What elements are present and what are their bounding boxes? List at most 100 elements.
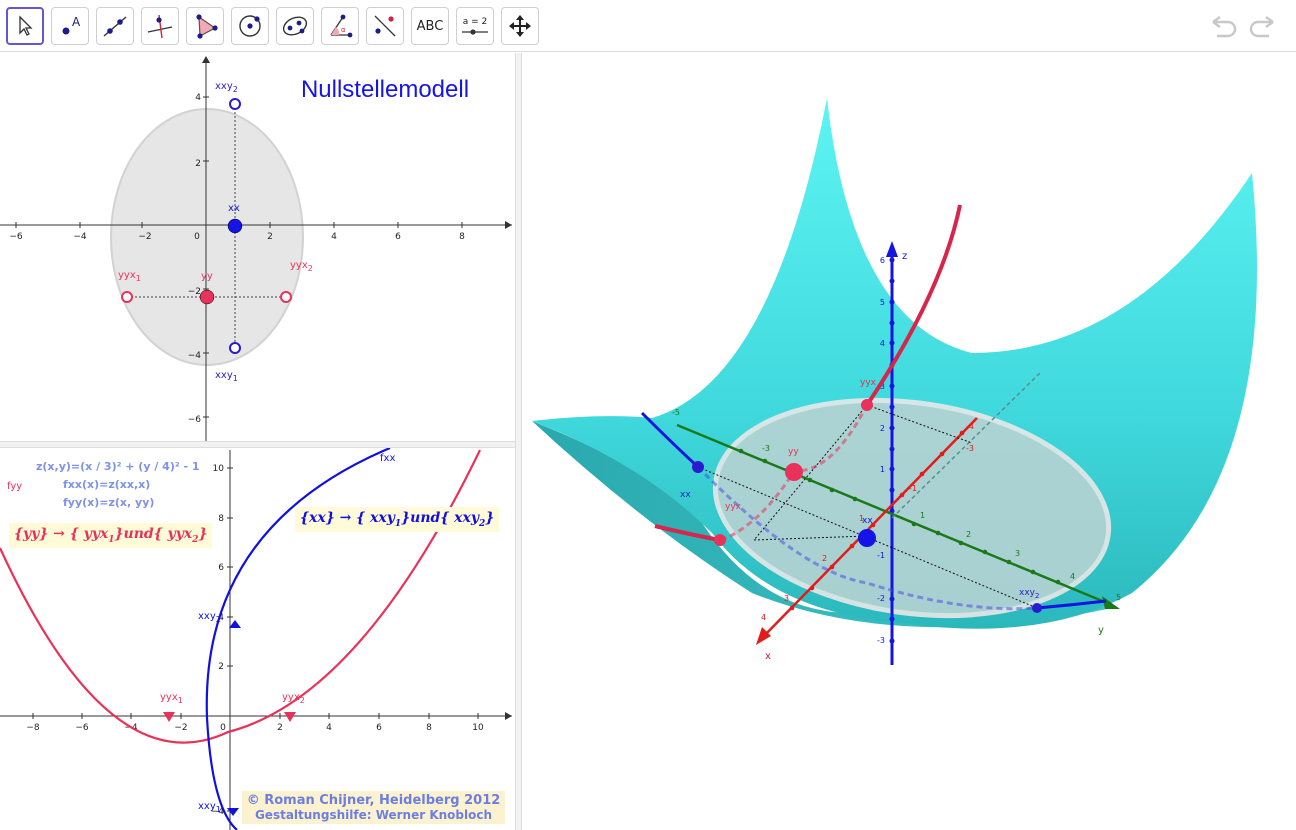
- graphics-3d-canvas: z 6 5 4 3 2 1 -1 -2 -3 y 1 2 3 4 5 -3 -5…: [532, 98, 1257, 665]
- slider-tool-button[interactable]: a = 2: [456, 7, 494, 45]
- x-tick-label: 6: [376, 723, 382, 733]
- point-xxy1[interactable]: [227, 808, 239, 816]
- point-yyx2[interactable]: [280, 291, 292, 303]
- x-tick-label: 10: [472, 723, 484, 733]
- y-tick-label: 2: [218, 662, 224, 672]
- label-xxy1-sub: 1: [233, 374, 238, 383]
- label-yyx1-main: yyx: [160, 692, 178, 703]
- x-tick-label: 2: [277, 723, 283, 733]
- y-tick-label: 6: [218, 563, 224, 573]
- polygon-tool-button[interactable]: [186, 7, 224, 45]
- undo-icon: [1212, 16, 1237, 38]
- reflect-tool-button[interactable]: [366, 7, 404, 45]
- x-axis-label: x: [765, 651, 771, 662]
- curve-fyy[interactable]: [0, 449, 481, 744]
- x-tick-label: -1: [909, 484, 917, 493]
- label-yyx1-sub: 1: [178, 696, 183, 705]
- z-axis-label: z: [902, 251, 907, 262]
- point-xx[interactable]: [227, 218, 243, 234]
- label-yyx2-sub: 2: [300, 696, 305, 705]
- perpendicular-line-icon: [147, 14, 173, 39]
- credit-author: © Roman Chijner, Heidelberg 2012: [246, 793, 501, 808]
- point-yyx2[interactable]: [284, 712, 296, 722]
- x-tick-label: 0: [220, 723, 226, 733]
- graphics-title: Nullstellemodell: [301, 76, 469, 103]
- z-tick-label: 4: [880, 339, 885, 348]
- x-tick-label: 8: [426, 723, 432, 733]
- point-xxy2[interactable]: [1032, 603, 1042, 613]
- vertical-splitter[interactable]: [515, 53, 522, 830]
- y-tick-label: −2: [188, 287, 201, 297]
- label-xxy1-main: xxy: [198, 801, 216, 812]
- label-xx: xx: [228, 203, 240, 214]
- x-tick-label: −2: [138, 232, 151, 242]
- x-tick-label: −6: [9, 232, 23, 242]
- label-xxy2-main: xxy: [1019, 588, 1036, 598]
- text-yy-part3: }: [198, 526, 208, 542]
- y-tick-label: 2: [195, 159, 201, 169]
- point-xx-left[interactable]: [692, 461, 704, 473]
- graphics-view-2[interactable]: −8 −6 −4 −2 0 2 4 6 8 10 10 8 6 4 2 −4 f…: [0, 448, 515, 830]
- point-xx[interactable]: [858, 529, 876, 547]
- undo-button[interactable]: [1209, 12, 1239, 40]
- text-xx-zeros[interactable]: {xx} → { xxy1}und{ xxy2}: [295, 507, 500, 532]
- point-yy[interactable]: [199, 289, 215, 305]
- label-xx-left: xx: [680, 490, 691, 500]
- z-tick-label: -2: [877, 594, 885, 603]
- label-xxy1-sub: 1: [216, 805, 221, 814]
- angle-tool-button[interactable]: α: [321, 7, 359, 45]
- y-tick-label: -3: [762, 444, 770, 453]
- z-tick-label: 2: [880, 424, 885, 433]
- x-tick-label: −8: [26, 723, 40, 733]
- graphics-3d-view[interactable]: z 6 5 4 3 2 1 -1 -2 -3 y 1 2 3 4 5 -3 -5…: [522, 53, 1296, 830]
- move-tool-button[interactable]: [6, 7, 44, 45]
- ellipse-icon: [282, 16, 308, 36]
- circle-tool-button[interactable]: [231, 7, 269, 45]
- x-tick-label: -3: [966, 444, 974, 453]
- credit-helper: Gestaltungshilfe: Werner Knobloch: [254, 808, 493, 822]
- svg-text:A: A: [72, 15, 81, 29]
- label-yyx2-main: yyx: [290, 260, 308, 271]
- x-tick-label: 4: [326, 723, 332, 733]
- perpendicular-line-tool-button[interactable]: [141, 7, 179, 45]
- text-yy-zeros[interactable]: {yy} → { yyx1}und{ yyx2}: [9, 523, 213, 548]
- redo-button[interactable]: [1247, 12, 1277, 40]
- text-tool-button[interactable]: ABC: [411, 7, 449, 45]
- ellipse-tool-button[interactable]: [276, 7, 314, 45]
- point-yyx-left[interactable]: [714, 534, 726, 546]
- cursor-icon: [19, 15, 33, 36]
- toolbar: A α ABC a = 2: [0, 0, 1296, 52]
- label-xxy2: xxy2: [215, 81, 238, 94]
- point-yyx1[interactable]: [121, 291, 133, 303]
- z-tick-label: -1: [877, 551, 885, 560]
- y-tick-label: −6: [188, 415, 202, 425]
- graphics-view-1[interactable]: −6 −4 −2 0 2 4 6 8 4 2 −2 −4 −6 Nullstel…: [0, 53, 515, 441]
- move-view-tool-button[interactable]: [501, 7, 539, 45]
- point-xxy1[interactable]: [229, 342, 241, 354]
- label-yyx1: yyx1: [160, 692, 183, 705]
- circle-icon: [239, 15, 261, 37]
- label-yyx2: yyx2: [282, 692, 305, 705]
- point-yyx1[interactable]: [163, 712, 175, 722]
- angle-icon: α: [330, 14, 353, 38]
- line-tool-button[interactable]: [96, 7, 134, 45]
- point-yy[interactable]: [785, 463, 803, 481]
- horizontal-splitter[interactable]: [0, 441, 515, 448]
- function-z-definition: z(x,y)=(x / 3)² + (y / 4)² - 1: [36, 460, 200, 473]
- point-tool-button[interactable]: A: [51, 7, 89, 45]
- point-xxy2[interactable]: [229, 98, 241, 110]
- x-tick-label: 3: [784, 594, 789, 603]
- point-yyx[interactable]: [861, 399, 873, 411]
- line-icon: [103, 16, 127, 37]
- label-yyx2-main: yyx: [282, 692, 300, 703]
- x-tick-label: 4: [331, 232, 337, 242]
- redo-icon: [1249, 16, 1274, 38]
- x-tick-label: −6: [75, 723, 89, 733]
- text-tool-label: ABC: [416, 18, 444, 34]
- x-tick-label: 2: [822, 554, 827, 563]
- move-arrows-icon: [509, 15, 531, 37]
- y-tick-label: 10: [213, 464, 225, 474]
- point-xxy2[interactable]: [229, 620, 241, 628]
- label-xxy1: xxy1: [215, 370, 238, 383]
- label-xxy2-main: xxy: [198, 611, 216, 622]
